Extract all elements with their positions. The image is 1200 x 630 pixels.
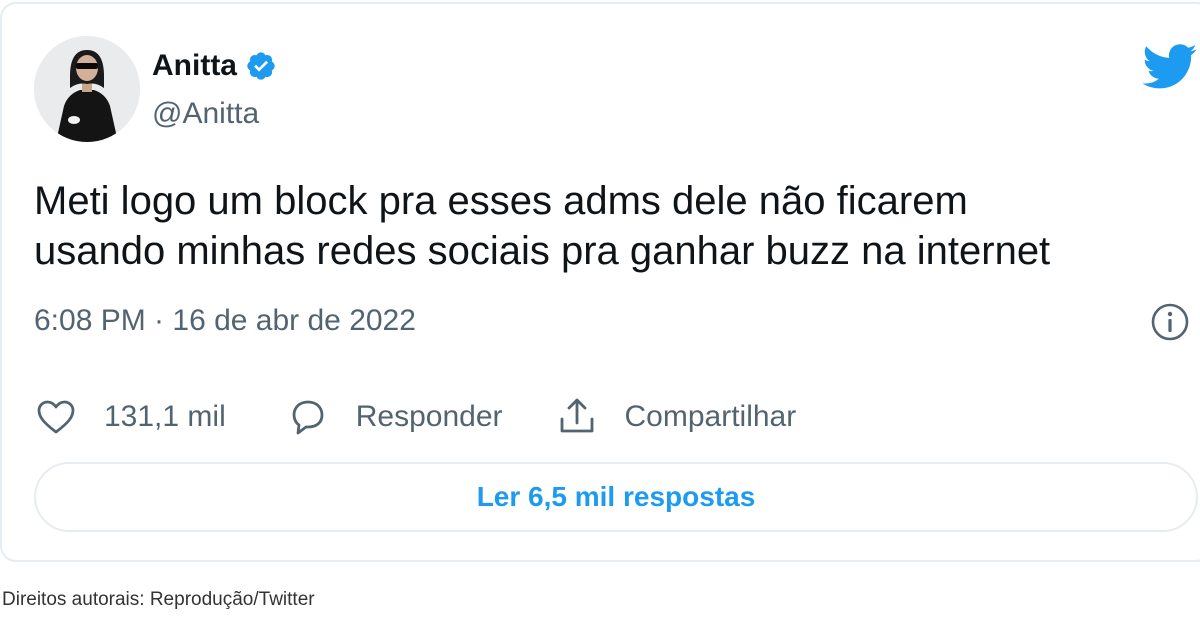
read-replies-button[interactable]: Ler 6,5 mil respostas xyxy=(34,462,1198,532)
tweet-text: Meti logo um block pra esses adms dele n… xyxy=(34,179,1051,273)
verified-badge-icon xyxy=(245,50,277,82)
speech-bubble-icon xyxy=(292,400,324,435)
twitter-bird-icon[interactable] xyxy=(1142,44,1198,90)
page: Anitta @Anitta Meti logo um block pra es… xyxy=(0,0,1200,630)
share-button[interactable]: Compartilhar xyxy=(555,395,797,439)
heart-icon xyxy=(37,400,75,434)
like-button[interactable]: 131,1 mil xyxy=(34,395,226,439)
info-icon[interactable] xyxy=(1150,302,1190,342)
tweet-actions: 131,1 mil Responder Compartilhar xyxy=(34,392,796,442)
tweet-timestamp[interactable]: 6:08 PM · 16 de abr de 2022 xyxy=(34,306,416,336)
like-count: 131,1 mil xyxy=(104,400,226,433)
image-caption: Direitos autorais: Reprodução/Twitter xyxy=(2,589,315,610)
author-handle[interactable]: @Anitta xyxy=(152,99,259,129)
share-upload-icon xyxy=(560,398,593,433)
tweet-card: Anitta @Anitta Meti logo um block pra es… xyxy=(0,2,1200,562)
share-label: Compartilhar xyxy=(624,400,797,433)
avatar[interactable] xyxy=(34,36,140,142)
avatar-image xyxy=(34,36,140,142)
author-name-row: Anitta xyxy=(152,50,277,82)
reply-button[interactable]: Responder xyxy=(286,395,503,439)
author-display-name[interactable]: Anitta xyxy=(152,51,237,81)
reply-label: Responder xyxy=(355,400,503,433)
